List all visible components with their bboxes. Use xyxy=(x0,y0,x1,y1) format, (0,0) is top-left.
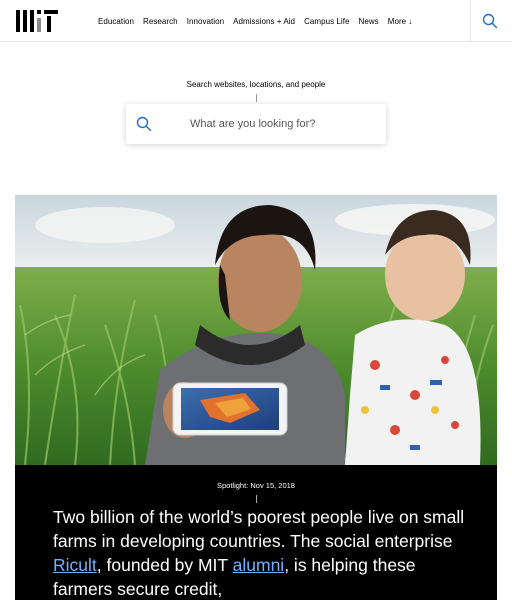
nav-more-label: More xyxy=(387,16,407,26)
alumni-link[interactable]: alumni xyxy=(233,555,285,575)
divider-tick xyxy=(256,94,257,102)
search-label: Search websites, locations, and people xyxy=(186,80,326,89)
arrow-down-icon: ↓ xyxy=(408,16,413,26)
nav-research[interactable]: Research xyxy=(143,17,178,26)
nav-more[interactable]: More ↓ xyxy=(388,17,413,26)
nav-news[interactable]: News xyxy=(359,17,379,26)
search-icon xyxy=(136,116,152,132)
divider-tick xyxy=(256,495,257,503)
nav-education[interactable]: Education xyxy=(98,17,134,26)
search-icon[interactable] xyxy=(482,13,498,29)
search-box[interactable] xyxy=(126,104,386,144)
ricult-link[interactable]: Ricult xyxy=(53,555,97,575)
hero-image xyxy=(15,195,497,465)
mit-logo[interactable] xyxy=(16,10,58,32)
headline-text-1: Two billion of the world’s poorest peopl… xyxy=(53,507,465,551)
nav-campus-life[interactable]: Campus Life xyxy=(304,17,349,26)
headline-text-2: , founded by MIT xyxy=(96,555,233,575)
main-nav: Education Research Innovation Admissions… xyxy=(98,0,421,42)
spotlight-panel: Spotlight: Nov 15, 2018 Two billion of t… xyxy=(15,465,497,600)
nav-admissions-aid[interactable]: Admissions + Aid xyxy=(233,17,295,26)
site-header: Education Research Innovation Admissions… xyxy=(0,0,512,42)
nav-innovation[interactable]: Innovation xyxy=(187,17,224,26)
spotlight-date: Spotlight: Nov 15, 2018 xyxy=(217,481,295,490)
header-divider xyxy=(470,0,471,42)
spotlight-headline: Two billion of the world’s poorest peopl… xyxy=(53,505,473,600)
search-input[interactable] xyxy=(190,116,370,132)
